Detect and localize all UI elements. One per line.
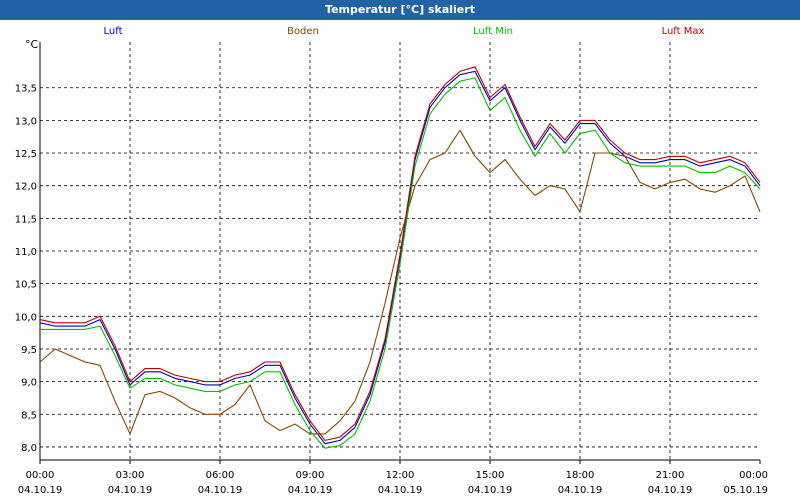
x-tick-date-7: 04.10.19	[648, 485, 693, 496]
y-tick-label-6: 11,0	[15, 247, 37, 258]
y-tick-label-1: 8,5	[21, 410, 37, 421]
x-tick-time-7: 21:00	[656, 470, 685, 481]
x-tick-time-2: 06:00	[206, 470, 235, 481]
x-tick-date-5: 04.10.19	[468, 485, 513, 496]
x-tick-time-4: 12:00	[386, 470, 415, 481]
legend-entry-2: Luft Min	[473, 26, 513, 37]
x-tick-date-0: 04.10.19	[18, 485, 63, 496]
x-tick-date-2: 04.10.19	[198, 485, 243, 496]
y-tick-label-3: 9,5	[21, 345, 37, 356]
y-tick-label-11: 13,5	[15, 84, 37, 95]
y-tick-label-7: 11,5	[15, 214, 37, 225]
x-tick-time-8: 00:00	[739, 470, 768, 481]
legend-entry-1: Boden	[287, 26, 319, 37]
x-tick-time-1: 03:00	[116, 470, 145, 481]
legend-entry-3: Luft Max	[662, 26, 705, 37]
x-tick-date-1: 04.10.19	[108, 485, 153, 496]
y-tick-label-5: 10,5	[15, 280, 37, 291]
x-tick-date-6: 04.10.19	[558, 485, 603, 496]
y-tick-label-9: 12,5	[15, 149, 37, 160]
y-tick-label-4: 10,0	[15, 312, 37, 323]
y-tick-label-10: 13,0	[15, 116, 37, 127]
x-tick-date-4: 04.10.19	[378, 485, 423, 496]
y-axis-label: °C	[25, 38, 39, 51]
window-title: Temperatur [°C] skaliert	[0, 0, 800, 20]
y-tick-label-8: 12,0	[15, 182, 37, 193]
x-tick-time-6: 18:00	[566, 470, 595, 481]
x-tick-date-3: 04.10.19	[288, 485, 333, 496]
y-tick-label-2: 9,0	[21, 378, 37, 389]
x-tick-time-3: 09:00	[296, 470, 325, 481]
x-tick-time-0: 00:00	[26, 470, 55, 481]
x-tick-time-5: 15:00	[476, 470, 505, 481]
legend-entry-0: Luft	[104, 26, 123, 37]
temperature-chart: Luft Boden Luft Min Luft Max 8,0 8,5 9,0 9,5 10…	[0, 20, 800, 500]
chart-window: Temperatur [°C] skaliert Luft Boden Luft M…	[0, 0, 800, 500]
y-tick-label-0: 8,0	[21, 443, 37, 454]
x-tick-date-8: 05.10.19	[723, 485, 768, 496]
